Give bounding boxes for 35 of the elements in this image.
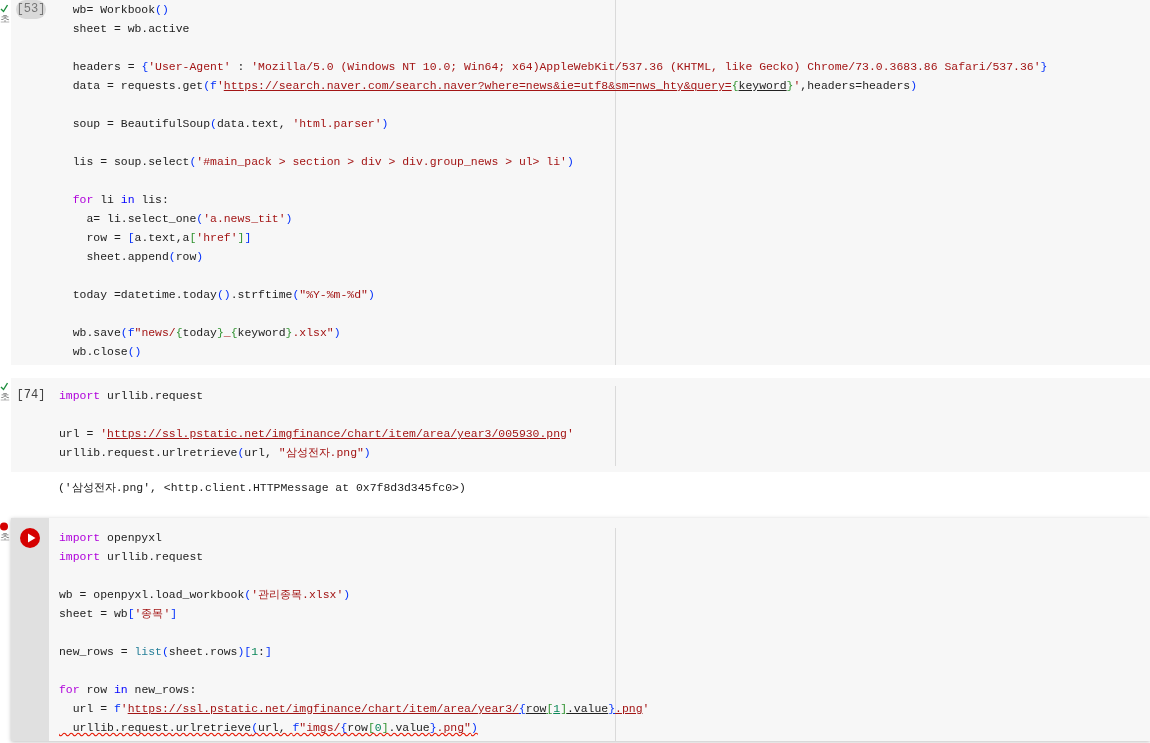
- code-line: import urllib.request: [59, 549, 204, 565]
- code-line: today =datetime.today().strftime("%Y-%m-%d"): [71, 287, 375, 303]
- code-cell[interactable]: [11, 0, 1150, 365]
- elapsed-time-label: 초: [0, 532, 10, 542]
- code-cell[interactable]: [11, 518, 1150, 741]
- code-line: urllib.request.urlretrieve(url, f"imgs/{row[0].value}.png"): [71, 720, 478, 736]
- code-line: soup = BeautifulSoup(data.text, 'html.parser'): [71, 116, 389, 132]
- output-text: ('삼성전자.png', <http.client.HTTPMessage at 0x7f8d3d345fc0>): [58, 480, 466, 496]
- play-icon: [26, 533, 36, 543]
- code-line: sheet = wb.active: [71, 21, 190, 37]
- code-line: row = [a.text,a['href']]: [85, 230, 252, 246]
- elapsed-time-label: 초: [0, 392, 10, 402]
- code-line: sheet = wb['종목']: [59, 606, 178, 622]
- code-line: data = requests.get(f'https://search.naver.com/search.naver?where=news&ie=utf8&sm=nws_hty&query={keyword}',headers=headers): [71, 78, 918, 94]
- code-line: sheet.append(row): [85, 249, 204, 265]
- code-line: headers = {'User-Agent' : 'Mozilla/5.0 (Windows NT 10.0; Win64; x64)AppleWebKit/537.36 (KHTML, like Gecko) Chrome/73.0.3683.86 Safari/537.36'}: [71, 59, 1048, 75]
- execution-count: [53]: [15, 0, 47, 19]
- code-line: new_rows = list(sheet.rows)[1:]: [59, 644, 272, 660]
- code-line: for row in new_rows:: [59, 682, 197, 698]
- execution-count: [74]: [15, 387, 47, 404]
- code-line: lis = soup.select('#main_pack > section > div > div.group_news > ul> li'): [71, 154, 574, 170]
- code-line: url = f'https://ssl.pstatic.net/imgfinance/chart/item/area/year3/{row[1].value}.png': [71, 701, 650, 717]
- code-line: url = 'https://ssl.pstatic.net/imgfinance/chart/item/area/year3/005930.png': [59, 426, 574, 442]
- code-cell[interactable]: [74] import urllib.request url = 'https://ssl.pstatic.net/imgfinance/chart/item/area/year3/005930.png' urllib.request.urlretrieve(url, "삼성전자.png"): [11, 378, 1150, 472]
- code-line: urllib.request.urlretrieve(url, "삼성전자.png"): [59, 445, 371, 461]
- code-line: wb.close(): [71, 344, 142, 360]
- code-line: a= li.select_one('a.news_tit'): [85, 211, 293, 227]
- code-line: wb= Workbook(): [71, 2, 169, 18]
- code-line: for li in lis:: [71, 192, 169, 208]
- elapsed-time-label: 초: [0, 14, 10, 24]
- code-line: wb = openpyxl.load_workbook('관리종목.xlsx'): [59, 587, 351, 603]
- code-line: import urllib.request: [59, 388, 204, 404]
- code-line: wb.save(f"news/{today}_{keyword}.xlsx"): [71, 325, 341, 341]
- run-button[interactable]: [20, 528, 40, 548]
- code-line: import openpyxl: [59, 530, 162, 546]
